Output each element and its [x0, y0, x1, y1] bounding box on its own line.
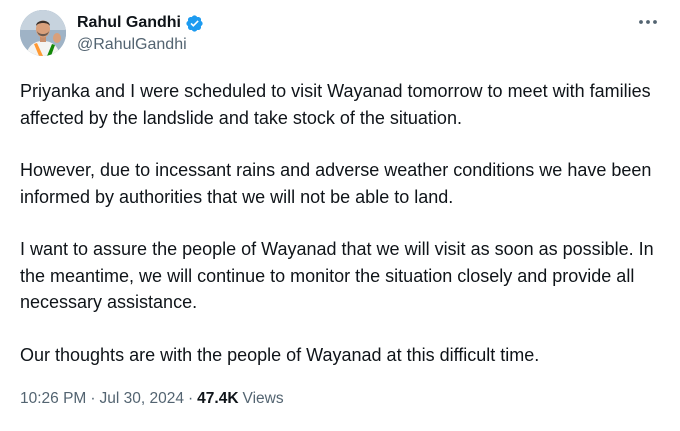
views-label: Views: [242, 390, 284, 407]
author-handle[interactable]: @RahulGandhi: [77, 37, 204, 53]
tweet-paragraph: I want to assure the people of Wayanad t…: [20, 239, 654, 312]
tweet-paragraph: Priyanka and I were scheduled to visit W…: [20, 81, 651, 128]
verified-badge-icon[interactable]: [185, 14, 204, 33]
tweet-card: Rahul Gandhi @RahulGandhi Priyanka and I…: [0, 0, 680, 431]
tweet-meta: 10:26 PM · Jul 30, 2024 · 47.4K Views: [20, 390, 284, 408]
tweet-text: Priyanka and I were scheduled to visit W…: [20, 78, 664, 368]
meta-separator: ·: [188, 390, 194, 407]
tweet-time[interactable]: 10:26 PM: [20, 390, 86, 408]
tweet-paragraph: Our thoughts are with the people of Waya…: [20, 344, 540, 365]
avatar-image: [20, 10, 66, 56]
author-names: Rahul Gandhi @RahulGandhi: [77, 12, 204, 53]
avatar[interactable]: [20, 10, 66, 56]
tweet-date[interactable]: Jul 30, 2024: [100, 390, 184, 408]
views-count[interactable]: 47.4K: [197, 390, 238, 408]
display-name[interactable]: Rahul Gandhi: [77, 15, 181, 31]
more-horizontal-icon[interactable]: [636, 12, 660, 32]
display-name-row: Rahul Gandhi: [77, 12, 204, 34]
tweet-header: Rahul Gandhi @RahulGandhi: [20, 10, 664, 58]
tweet-paragraph: However, due to incessant rains and adve…: [20, 160, 652, 207]
meta-separator: ·: [90, 390, 96, 407]
